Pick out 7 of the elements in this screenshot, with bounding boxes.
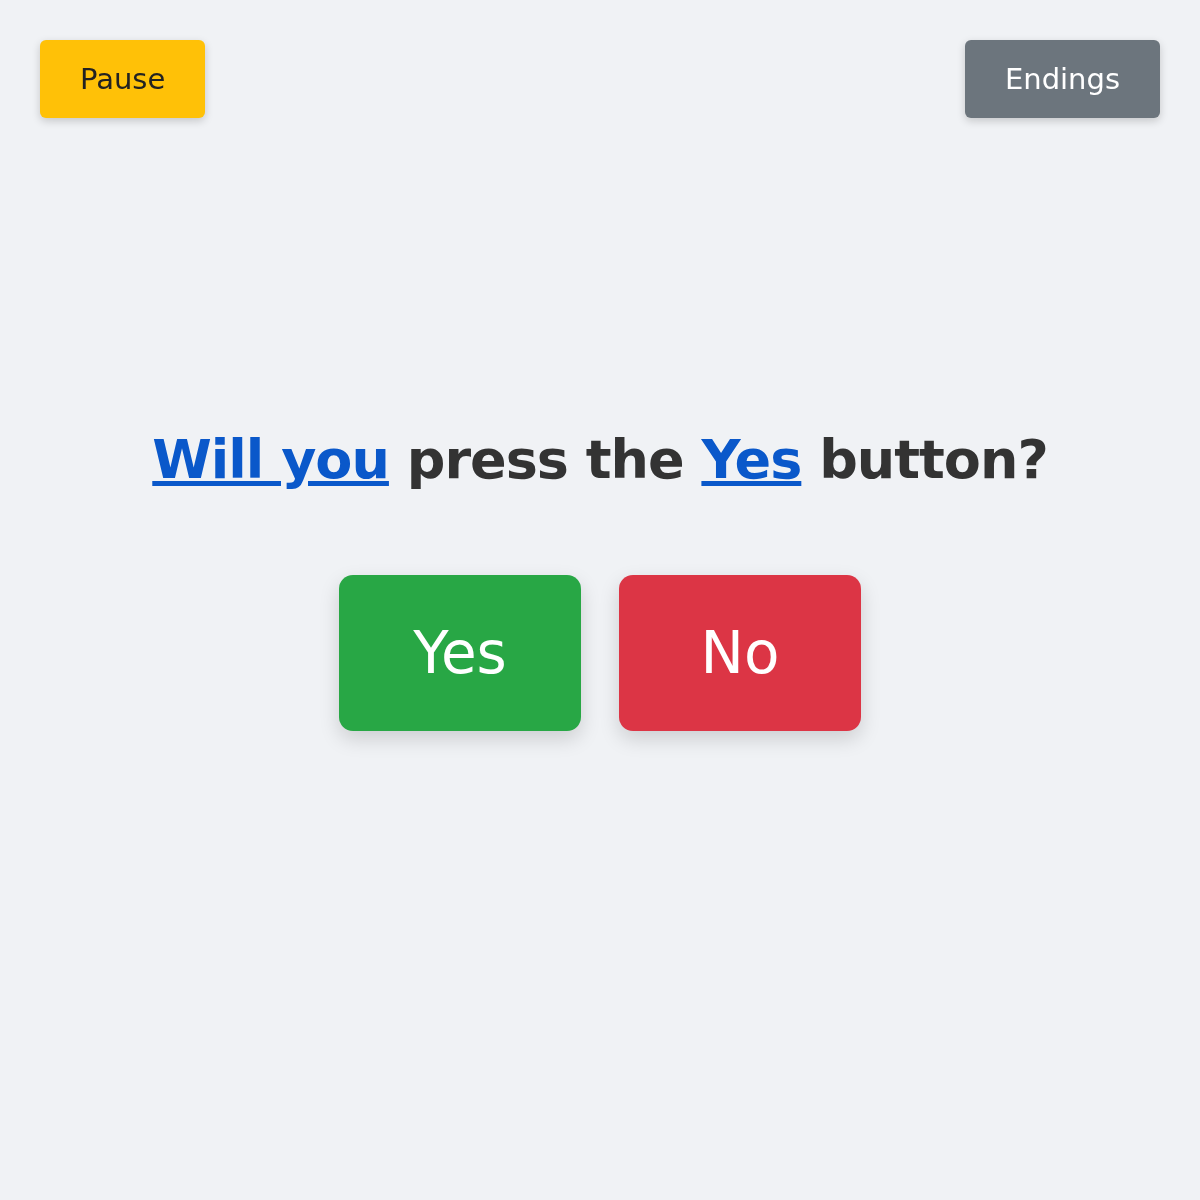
- question-link[interactable]: Will you: [152, 427, 389, 491]
- endings-button[interactable]: Endings: [964, 40, 1160, 118]
- question-link[interactable]: Yes: [701, 427, 802, 491]
- question-heading: Will you press the Yes button?: [152, 427, 1048, 491]
- answer-button[interactable]: Yes: [339, 574, 581, 731]
- answer-button[interactable]: No: [619, 574, 861, 731]
- pause-button[interactable]: Pause: [40, 40, 206, 118]
